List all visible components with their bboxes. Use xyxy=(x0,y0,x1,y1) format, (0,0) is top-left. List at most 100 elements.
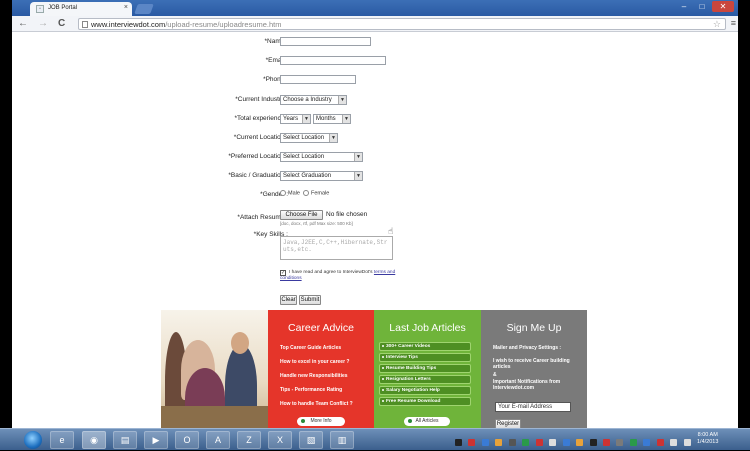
image-viewer-icon[interactable]: ▧ xyxy=(299,431,323,449)
filezilla-icon[interactable]: Z xyxy=(237,431,261,449)
notifications-text: Important Notifications from Interviewdo… xyxy=(493,379,561,391)
wrench-menu-icon[interactable]: ≡ xyxy=(731,18,736,28)
reload-button[interactable]: C xyxy=(58,18,65,29)
name-input[interactable] xyxy=(280,37,371,46)
graduation-select[interactable]: Select Graduation ▼ xyxy=(280,171,363,181)
tray-icon[interactable] xyxy=(562,439,570,446)
clear-button[interactable]: Clear xyxy=(280,295,297,305)
tray-icon[interactable] xyxy=(616,439,624,446)
tray-icon[interactable] xyxy=(522,439,530,446)
industry-value: Choose a Industry xyxy=(283,97,332,103)
article-link[interactable]: Salary Negotiation Help xyxy=(379,386,471,395)
location-select[interactable]: Select Location ▼ xyxy=(280,133,338,143)
forward-button[interactable]: → xyxy=(38,18,48,29)
tray-icon[interactable] xyxy=(535,439,543,446)
pref-location-select[interactable]: Select Location ▼ xyxy=(280,152,363,162)
submit-button[interactable]: Submit xyxy=(299,295,321,305)
career-link[interactable]: How to handle Team Conflict ? xyxy=(280,401,353,407)
tab-title: JOB Portal xyxy=(48,5,78,11)
start-button[interactable] xyxy=(24,431,42,449)
tray-icon[interactable] xyxy=(549,439,557,446)
url-host: www.interviewdot.com xyxy=(91,20,166,29)
maximize-button[interactable]: □ xyxy=(694,1,710,12)
network-icon[interactable] xyxy=(670,439,678,446)
months-select[interactable]: Months ▼ xyxy=(313,114,351,124)
folder-icon[interactable]: ▤ xyxy=(113,431,137,449)
years-select[interactable]: Years ▼ xyxy=(280,114,311,124)
career-link[interactable]: Tips - Performance Rating xyxy=(280,387,342,393)
footer-panels: Career Advice Top Career Guide Articles … xyxy=(161,310,587,430)
key-skills-textarea[interactable]: Java,J2EE,C,C++,Hibernate,Struts,etc. xyxy=(280,236,393,260)
tray-icon[interactable] xyxy=(468,439,476,446)
more-info-button[interactable]: More Info xyxy=(297,417,345,426)
email-input[interactable] xyxy=(280,56,386,65)
chevron-down-icon: ▼ xyxy=(329,134,337,142)
system-tray xyxy=(455,433,695,447)
minimize-button[interactable]: – xyxy=(676,1,692,12)
clock-time: 8:00 AM xyxy=(697,432,718,438)
location-value: Select Location xyxy=(283,135,325,141)
agree-text: I have read and agree to InterviewDot's xyxy=(289,270,373,275)
choose-file-button[interactable]: Choose File xyxy=(280,210,323,220)
pdf-icon[interactable]: A xyxy=(206,431,230,449)
tab-strip: ▫ JOB Portal × – □ ✕ xyxy=(12,0,738,16)
mailer-text: Mailer and Privacy Settings : xyxy=(493,345,562,351)
article-link[interactable]: Interview Tips xyxy=(379,353,471,362)
tray-icon[interactable] xyxy=(589,439,597,446)
volume-icon[interactable] xyxy=(683,439,691,446)
bookmark-star-icon[interactable]: ☆ xyxy=(713,19,721,30)
signup-title: Sign Me Up xyxy=(506,322,562,334)
career-link[interactable]: How to excel in your career ? xyxy=(280,359,349,365)
phone-input[interactable] xyxy=(280,75,356,84)
tray-icon[interactable] xyxy=(629,439,637,446)
outlook-icon[interactable]: O xyxy=(175,431,199,449)
industry-select[interactable]: Choose a Industry ▼ xyxy=(280,95,347,105)
close-window-button[interactable]: ✕ xyxy=(712,1,734,12)
tray-icon[interactable] xyxy=(508,439,516,446)
new-tab-button[interactable] xyxy=(134,4,154,14)
lastjob-title: Last Job Articles xyxy=(389,322,466,334)
tray-icon[interactable] xyxy=(643,439,651,446)
address-bar[interactable]: www.interviewdot.com/upload-resume/uploa… xyxy=(78,18,726,30)
tray-icon[interactable] xyxy=(656,439,664,446)
chevron-down-icon: ▼ xyxy=(354,153,362,161)
tray-icon[interactable] xyxy=(495,439,503,446)
browser-tab[interactable]: ▫ JOB Portal × xyxy=(30,2,132,16)
agree-row: ✓ I have read and agree to InterviewDot's… xyxy=(280,270,410,282)
clock[interactable]: 8:00 AM 1/4/2013 xyxy=(697,432,718,446)
excel-icon[interactable]: X xyxy=(268,431,292,449)
article-link[interactable]: Free Resume Download xyxy=(379,397,471,406)
female-radio[interactable] xyxy=(302,190,309,196)
media-player-icon[interactable]: ▶ xyxy=(144,431,168,449)
browser-toolbar: ← → C www.interviewdot.com/upload-resume… xyxy=(12,16,738,32)
chevron-down-icon: ▼ xyxy=(342,115,350,123)
article-link[interactable]: 300+ Career Videos xyxy=(379,342,471,351)
tray-icon[interactable] xyxy=(481,439,489,446)
article-link[interactable]: Resignation Letters xyxy=(379,375,471,384)
office-photo xyxy=(161,310,268,430)
browser-window: ▫ JOB Portal × – □ ✕ ← → C www.interview… xyxy=(12,0,738,450)
career-title: Career Advice xyxy=(288,322,354,334)
article-link[interactable]: Resume Building Tips xyxy=(379,364,471,373)
career-link[interactable]: Top Career Guide Articles xyxy=(280,345,341,351)
experience-row: *Total experience : Years ▼ Months ▼ xyxy=(12,113,738,125)
chevron-down-icon: ▼ xyxy=(302,115,310,123)
resume-row: *Attach Resume : Choose File No file cho… xyxy=(12,210,738,230)
no-file-text: No file chosen xyxy=(326,211,368,218)
back-button[interactable]: ← xyxy=(18,18,28,29)
notes-icon[interactable]: ▥ xyxy=(330,431,354,449)
close-tab-icon[interactable]: × xyxy=(124,4,128,11)
all-articles-button[interactable]: All Articles xyxy=(404,417,450,426)
career-link[interactable]: Handle new Responsibilities xyxy=(280,373,348,379)
male-radio[interactable] xyxy=(280,190,286,196)
email-signup-input[interactable]: Your E-mail Address xyxy=(495,402,571,412)
ie-icon[interactable]: e xyxy=(50,431,74,449)
tray-icon[interactable] xyxy=(455,439,462,446)
person-figure xyxy=(231,332,249,354)
screen-edge xyxy=(738,0,750,428)
chrome-icon[interactable]: ◉ xyxy=(82,431,106,449)
pref-location-value: Select Location xyxy=(283,154,325,160)
tray-icon[interactable] xyxy=(602,439,610,446)
tray-icon[interactable] xyxy=(576,439,584,446)
receive-text: I wish to receive Career building articl… xyxy=(493,358,570,370)
